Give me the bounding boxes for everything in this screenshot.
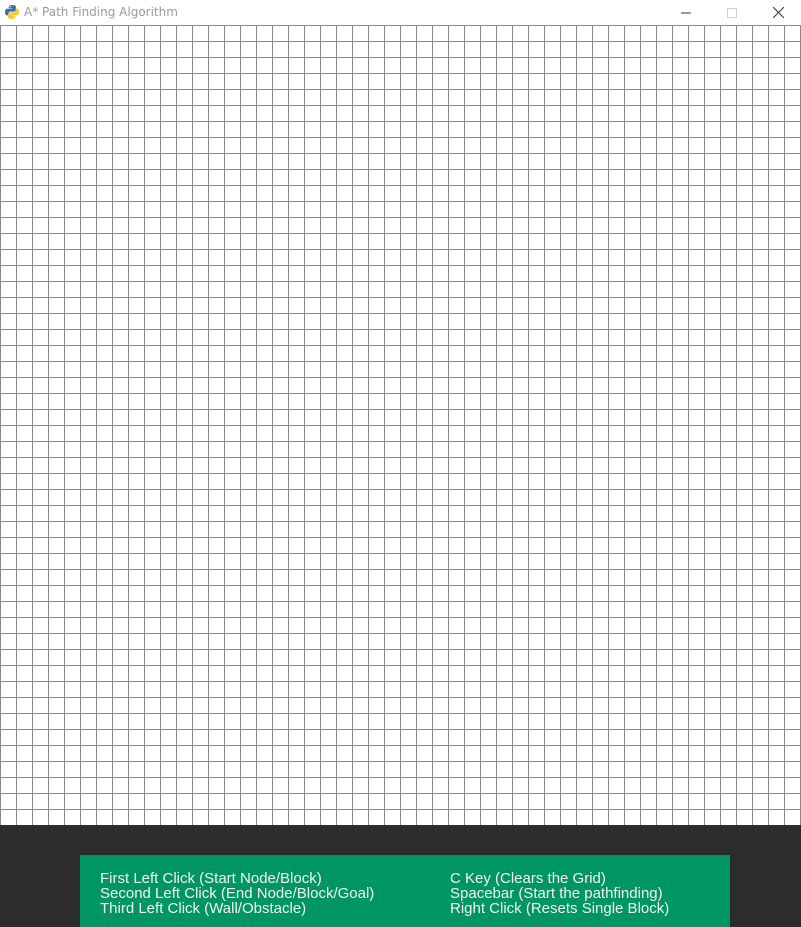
close-button[interactable] bbox=[755, 0, 801, 25]
minimize-button[interactable] bbox=[663, 0, 709, 25]
pathfinding-grid[interactable] bbox=[0, 25, 801, 825]
instruction-start-node: First Left Click (Start Node/Block) bbox=[100, 870, 322, 887]
instruction-end-node: Second Left Click (End Node/Block/Goal) bbox=[100, 885, 375, 902]
instruction-panel: First Left Click (Start Node/Block) Seco… bbox=[0, 825, 801, 927]
instruction-wall: Third Left Click (Wall/Obstacle) bbox=[100, 900, 307, 917]
maximize-icon bbox=[727, 3, 737, 22]
minimize-icon bbox=[681, 3, 691, 22]
instructions-box: First Left Click (Start Node/Block) Seco… bbox=[80, 855, 730, 927]
instructions-left-column: First Left Click (Start Node/Block) Seco… bbox=[100, 871, 374, 916]
close-icon bbox=[772, 3, 784, 22]
instruction-clear-grid: C Key (Clears the Grid) bbox=[450, 870, 606, 887]
instruction-reset-block: Right Click (Resets Single Block) bbox=[450, 900, 670, 917]
window-title: A* Path Finding Algorithm bbox=[24, 5, 178, 19]
title-bar: A* Path Finding Algorithm bbox=[0, 0, 801, 25]
instruction-start-pathfinding: Spacebar (Start the pathfinding) bbox=[450, 885, 663, 902]
python-icon bbox=[4, 4, 20, 20]
instructions-right-column: C Key (Clears the Grid) Spacebar (Start … bbox=[450, 871, 669, 916]
maximize-button[interactable] bbox=[709, 0, 755, 25]
